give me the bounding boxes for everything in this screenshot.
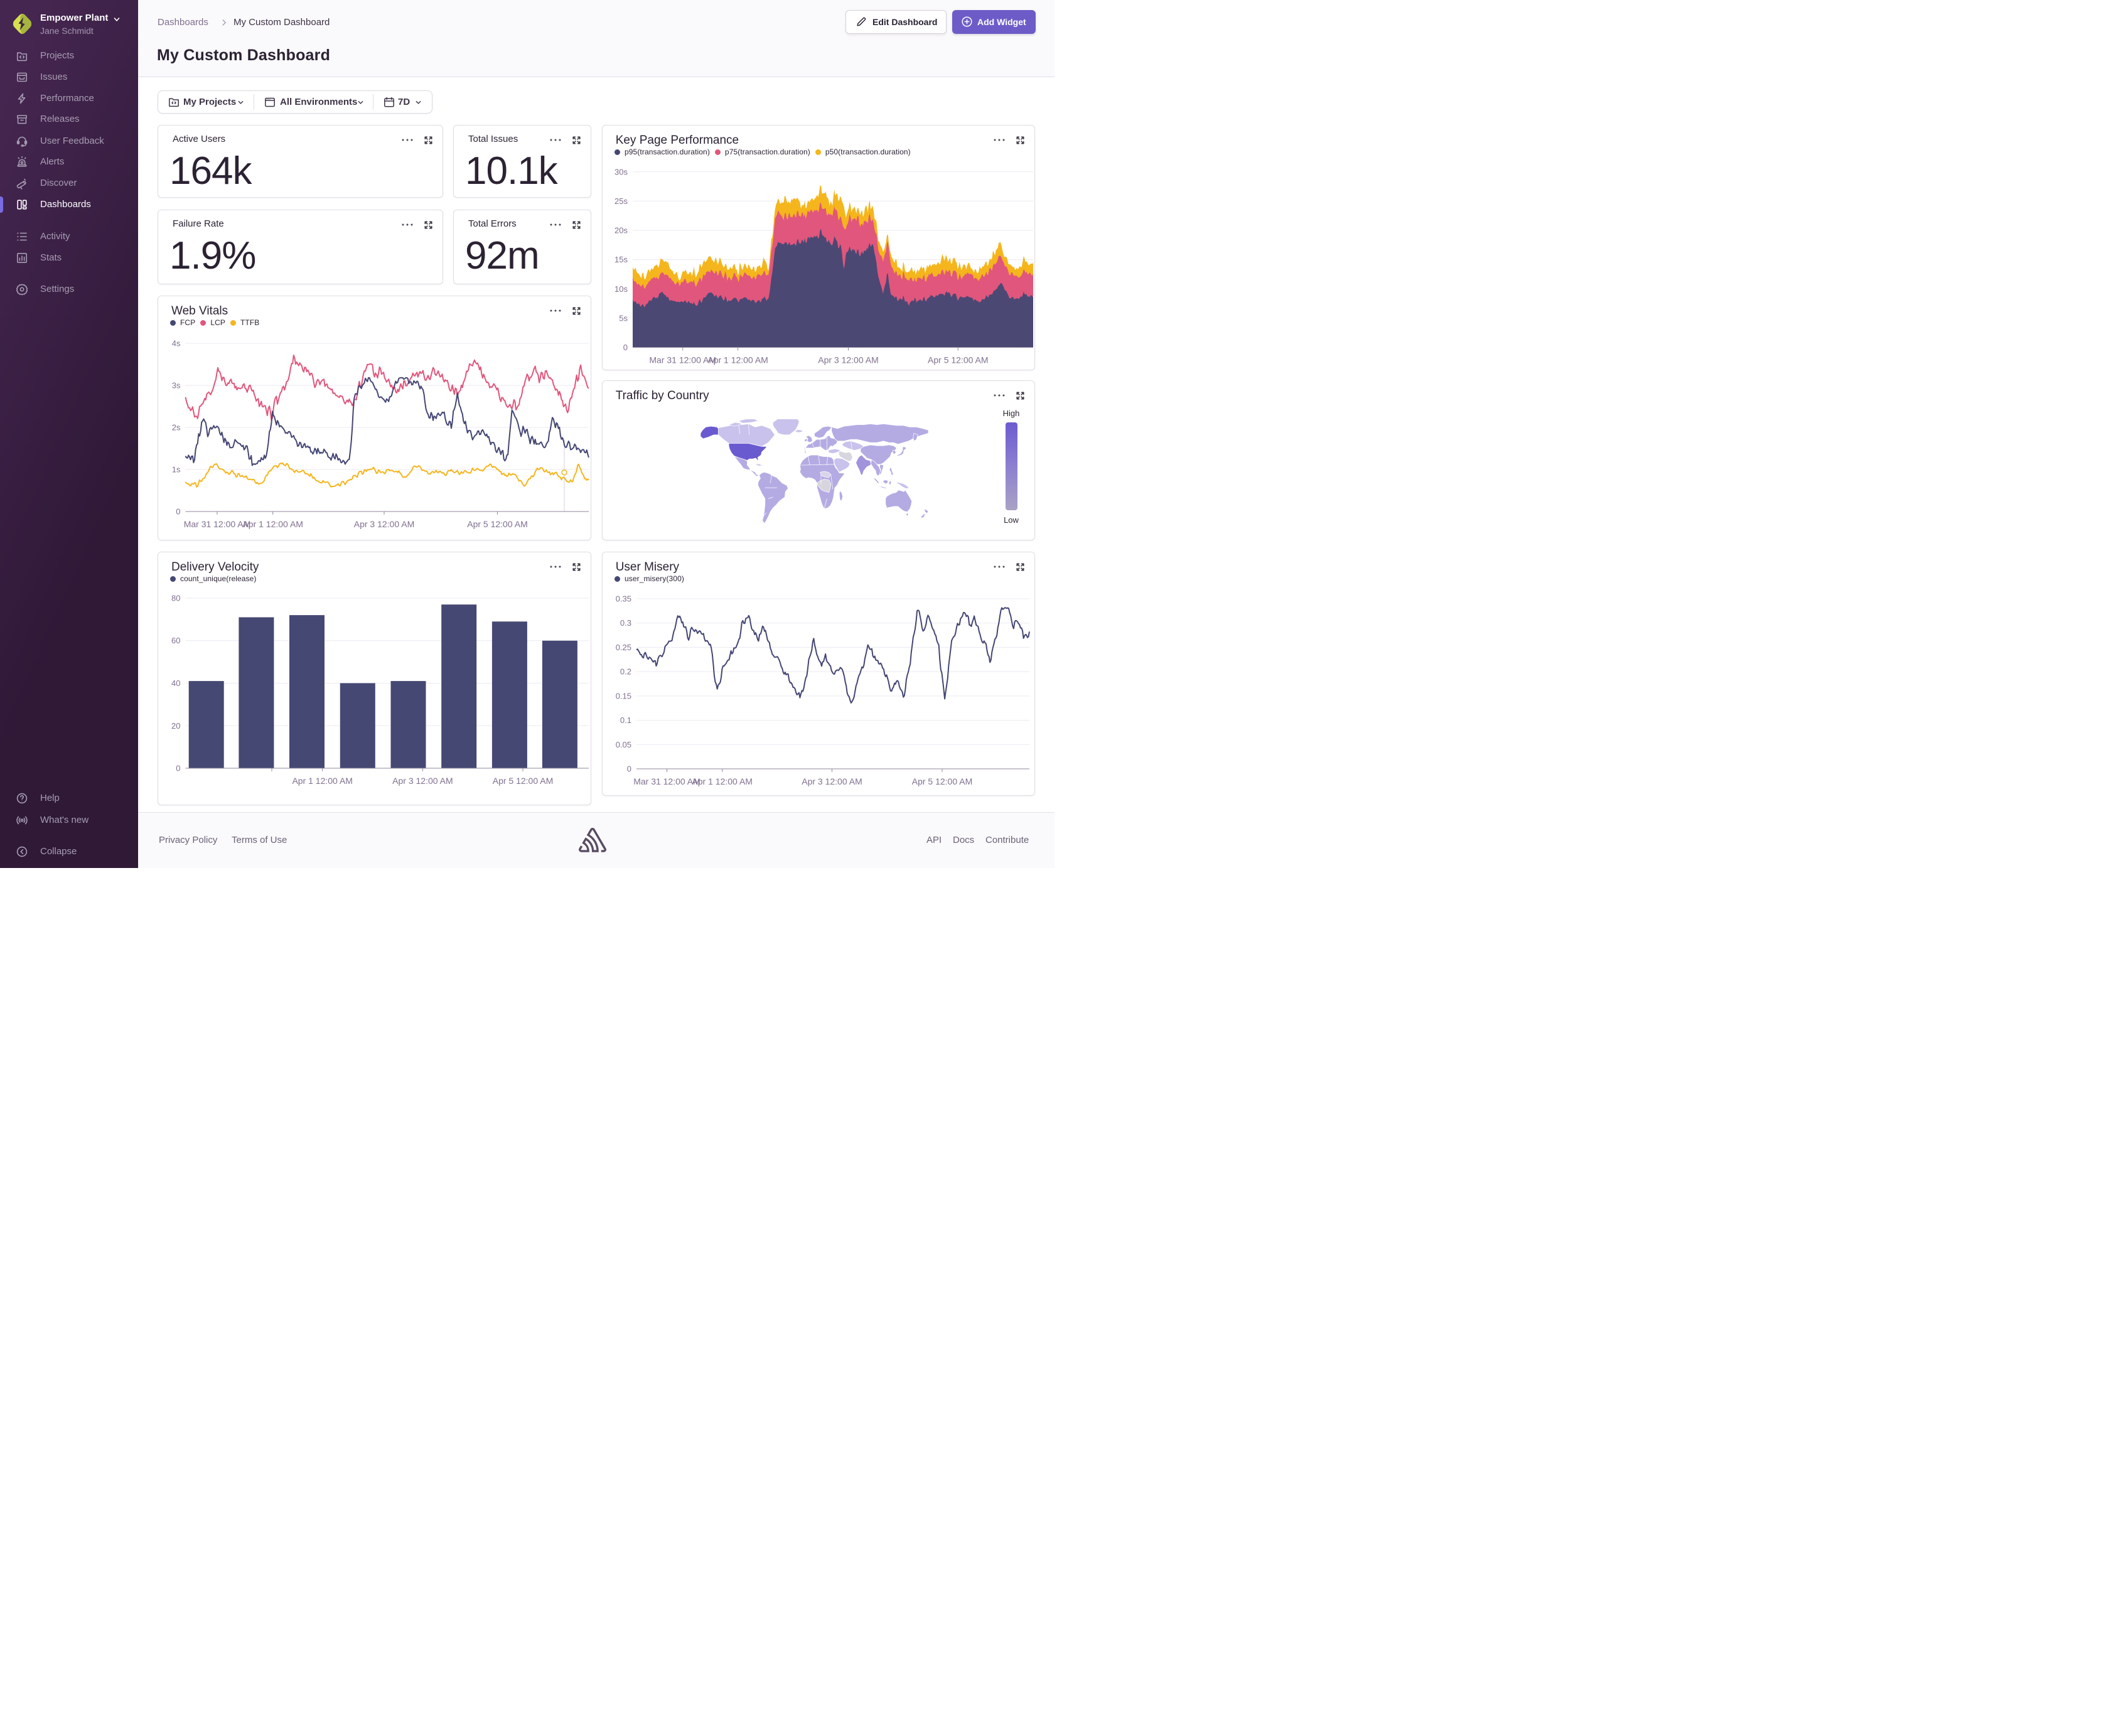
svg-text:3s: 3s	[172, 381, 181, 390]
svg-text:Mar 31 12:00 AM: Mar 31 12:00 AM	[649, 355, 716, 365]
svg-text:20s: 20s	[614, 226, 628, 235]
svg-text:Apr 5 12:00 AM: Apr 5 12:00 AM	[912, 776, 973, 786]
svg-text:25s: 25s	[614, 196, 628, 206]
svg-text:0.1: 0.1	[620, 715, 631, 725]
svg-text:0: 0	[176, 764, 180, 773]
svg-text:Apr 3 12:00 AM: Apr 3 12:00 AM	[818, 355, 879, 365]
svg-text:0: 0	[627, 764, 631, 774]
svg-text:Apr 1 12:00 AM: Apr 1 12:00 AM	[707, 355, 768, 365]
svg-text:5s: 5s	[619, 313, 628, 323]
svg-text:0: 0	[623, 343, 628, 352]
svg-text:Apr 3 12:00 AM: Apr 3 12:00 AM	[802, 776, 862, 786]
svg-text:0.3: 0.3	[620, 618, 631, 628]
svg-text:Apr 1 12:00 AM: Apr 1 12:00 AM	[692, 776, 753, 786]
svg-text:4s: 4s	[172, 339, 181, 348]
svg-text:Apr 5 12:00 AM: Apr 5 12:00 AM	[928, 355, 989, 365]
svg-text:Apr 3 12:00 AM: Apr 3 12:00 AM	[392, 776, 453, 786]
svg-text:Apr 5 12:00 AM: Apr 5 12:00 AM	[493, 776, 554, 786]
svg-text:0.15: 0.15	[616, 691, 631, 700]
svg-text:0: 0	[176, 507, 180, 517]
svg-text:Apr 5 12:00 AM: Apr 5 12:00 AM	[467, 519, 528, 529]
svg-text:10s: 10s	[614, 284, 628, 294]
svg-text:0.35: 0.35	[616, 594, 631, 604]
svg-text:0.25: 0.25	[616, 643, 631, 652]
svg-text:1s: 1s	[172, 465, 181, 474]
svg-text:0.05: 0.05	[616, 740, 631, 749]
svg-text:Apr 1 12:00 AM: Apr 1 12:00 AM	[242, 519, 303, 529]
svg-text:0.2: 0.2	[620, 667, 631, 677]
svg-text:Apr 1 12:00 AM: Apr 1 12:00 AM	[292, 776, 353, 786]
svg-text:40: 40	[171, 678, 180, 688]
svg-text:15s: 15s	[614, 255, 628, 264]
svg-text:30s: 30s	[614, 167, 628, 176]
svg-text:Apr 3 12:00 AM: Apr 3 12:00 AM	[354, 519, 415, 529]
svg-text:60: 60	[171, 636, 180, 645]
svg-text:20: 20	[171, 721, 180, 731]
svg-text:80: 80	[171, 594, 180, 603]
svg-text:Mar 31 12:00 AM: Mar 31 12:00 AM	[184, 519, 251, 529]
svg-text:Mar 31 12:00 AM: Mar 31 12:00 AM	[633, 776, 700, 786]
svg-text:2s: 2s	[172, 423, 181, 432]
